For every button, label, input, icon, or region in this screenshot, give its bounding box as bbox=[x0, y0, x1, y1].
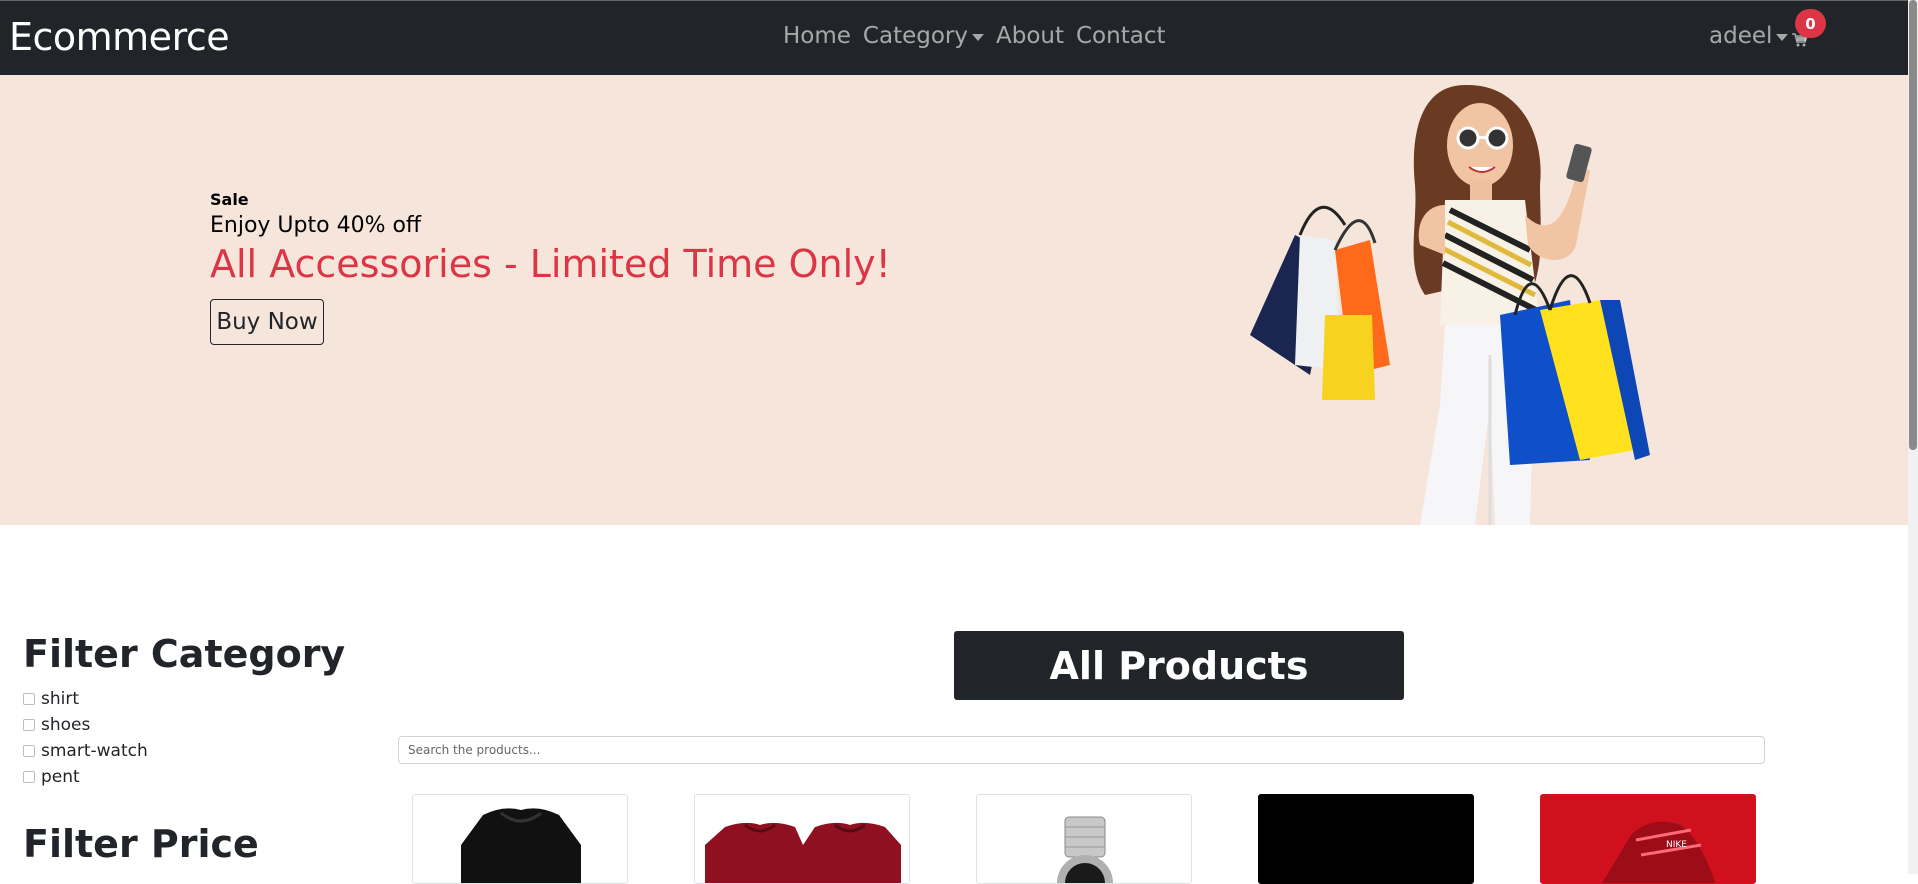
checkbox[interactable] bbox=[23, 693, 35, 705]
nav-link-contact-label: Contact bbox=[1076, 23, 1166, 49]
navbar: Ecommerce Home Category About Contact ad… bbox=[0, 0, 1908, 75]
search-input[interactable] bbox=[398, 736, 1765, 764]
chevron-down-icon bbox=[971, 33, 984, 41]
filter-label: shirt bbox=[41, 689, 80, 709]
red-sneaker-image: NIKE bbox=[1541, 795, 1755, 883]
filter-label: shoes bbox=[41, 715, 91, 735]
page-scrollbar-thumb[interactable] bbox=[1909, 0, 1917, 450]
filter-item-shoes[interactable]: shoes bbox=[23, 712, 148, 738]
buy-now-button[interactable]: Buy Now bbox=[210, 299, 324, 345]
nav-link-category[interactable]: Category bbox=[863, 23, 984, 49]
filter-category-title: Filter Category bbox=[23, 632, 346, 676]
checkbox[interactable] bbox=[23, 719, 35, 731]
nav-link-home[interactable]: Home bbox=[783, 23, 851, 49]
hero-title: All Accessories - Limited Time Only! bbox=[210, 242, 891, 286]
filter-label: smart-watch bbox=[41, 741, 148, 761]
checkbox[interactable] bbox=[23, 771, 35, 783]
sneaker-logo: NIKE bbox=[1666, 840, 1687, 850]
hero-eyebrow: Sale bbox=[210, 190, 249, 209]
shopping-woman-image bbox=[1250, 84, 1650, 525]
chevron-down-icon bbox=[1776, 33, 1789, 41]
product-card[interactable] bbox=[694, 794, 910, 884]
hero-banner: Sale Enjoy Upto 40% off All Accessories … bbox=[0, 75, 1908, 525]
hero-subtitle: Enjoy Upto 40% off bbox=[210, 213, 422, 238]
filter-item-shirt[interactable]: shirt bbox=[23, 686, 148, 712]
user-name: adeel bbox=[1709, 23, 1773, 49]
red-tshirts-image bbox=[705, 822, 901, 883]
nav-link-home-label: Home bbox=[783, 23, 851, 49]
nav-link-about-label: About bbox=[995, 23, 1064, 49]
user-menu[interactable]: adeel bbox=[1709, 23, 1789, 49]
filter-price-title: Filter Price bbox=[23, 822, 259, 866]
nav-link-about[interactable]: About bbox=[996, 23, 1064, 49]
nav-link-contact[interactable]: Contact bbox=[1076, 23, 1165, 49]
black-product-image bbox=[1259, 795, 1473, 883]
silver-watch-image bbox=[1057, 816, 1113, 883]
filter-item-smart-watch[interactable]: smart-watch bbox=[23, 738, 148, 764]
category-filter-list: shirt shoes smart-watch pent bbox=[23, 686, 148, 790]
product-card[interactable]: NIKE bbox=[1540, 794, 1756, 884]
nav-links: Home Category About Contact bbox=[783, 23, 1177, 49]
filter-label: pent bbox=[41, 767, 80, 787]
all-products-heading: All Products bbox=[954, 631, 1404, 700]
filter-item-pent[interactable]: pent bbox=[23, 764, 148, 790]
cart-count-badge: 0 bbox=[1795, 9, 1826, 38]
black-tshirt-image bbox=[461, 808, 581, 883]
product-card[interactable] bbox=[1258, 794, 1474, 884]
product-card[interactable] bbox=[412, 794, 628, 884]
product-card[interactable] bbox=[976, 794, 1192, 884]
nav-link-category-label: Category bbox=[862, 23, 968, 49]
checkbox[interactable] bbox=[23, 745, 35, 757]
brand-logo[interactable]: Ecommerce bbox=[9, 15, 230, 59]
